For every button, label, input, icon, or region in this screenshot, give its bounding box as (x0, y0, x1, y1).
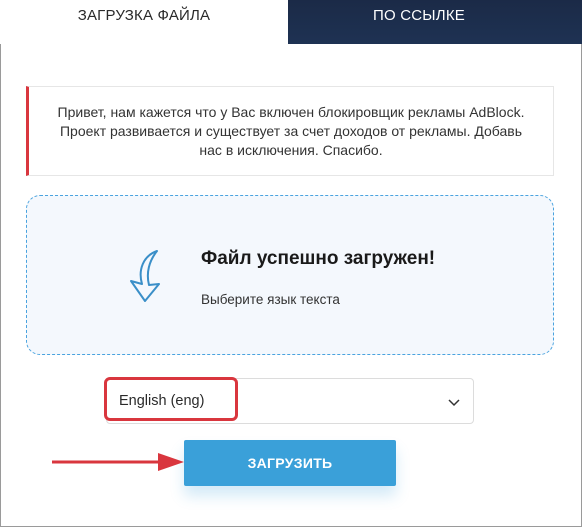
tab-bar: ЗАГРУЗКА ФАЙЛА ПО ССЫЛКЕ (0, 0, 582, 44)
upload-dropzone[interactable]: Файл успешно загружен! Выберите язык тек… (26, 195, 554, 355)
tab-file-upload-label: ЗАГРУЗКА ФАЙЛА (77, 7, 211, 24)
tab-file-upload[interactable]: ЗАГРУЗКА ФАЙЛА (0, 0, 288, 44)
upload-button-label: ЗАГРУЗИТЬ (247, 455, 333, 471)
upload-success-subtitle: Выберите язык текста (201, 292, 340, 307)
upload-success-title: Файл успешно загружен! (201, 248, 436, 269)
notice-line-3: нас в исключения. Спасибо. (199, 141, 383, 158)
tab-by-link-label: ПО ССЫЛКЕ (373, 7, 465, 24)
notice-line-1: Привет, нам кажется что у Вас включен бл… (57, 103, 525, 120)
notice-line-2: Проект развивается и существует за счет … (59, 122, 523, 139)
pointer-arrow-icon (52, 453, 184, 471)
tab-by-link[interactable]: ПО ССЫЛКЕ (288, 0, 582, 44)
adblock-notice: Привет, нам кажется что у Вас включен бл… (26, 86, 554, 176)
language-highlight-box (104, 377, 238, 421)
upload-button[interactable]: ЗАГРУЗИТЬ (184, 440, 396, 486)
chevron-down-icon (448, 399, 460, 407)
curved-arrow-down-icon (130, 250, 160, 302)
adblock-notice-text: Привет, нам кажется что у Вас включен бл… (58, 103, 525, 160)
